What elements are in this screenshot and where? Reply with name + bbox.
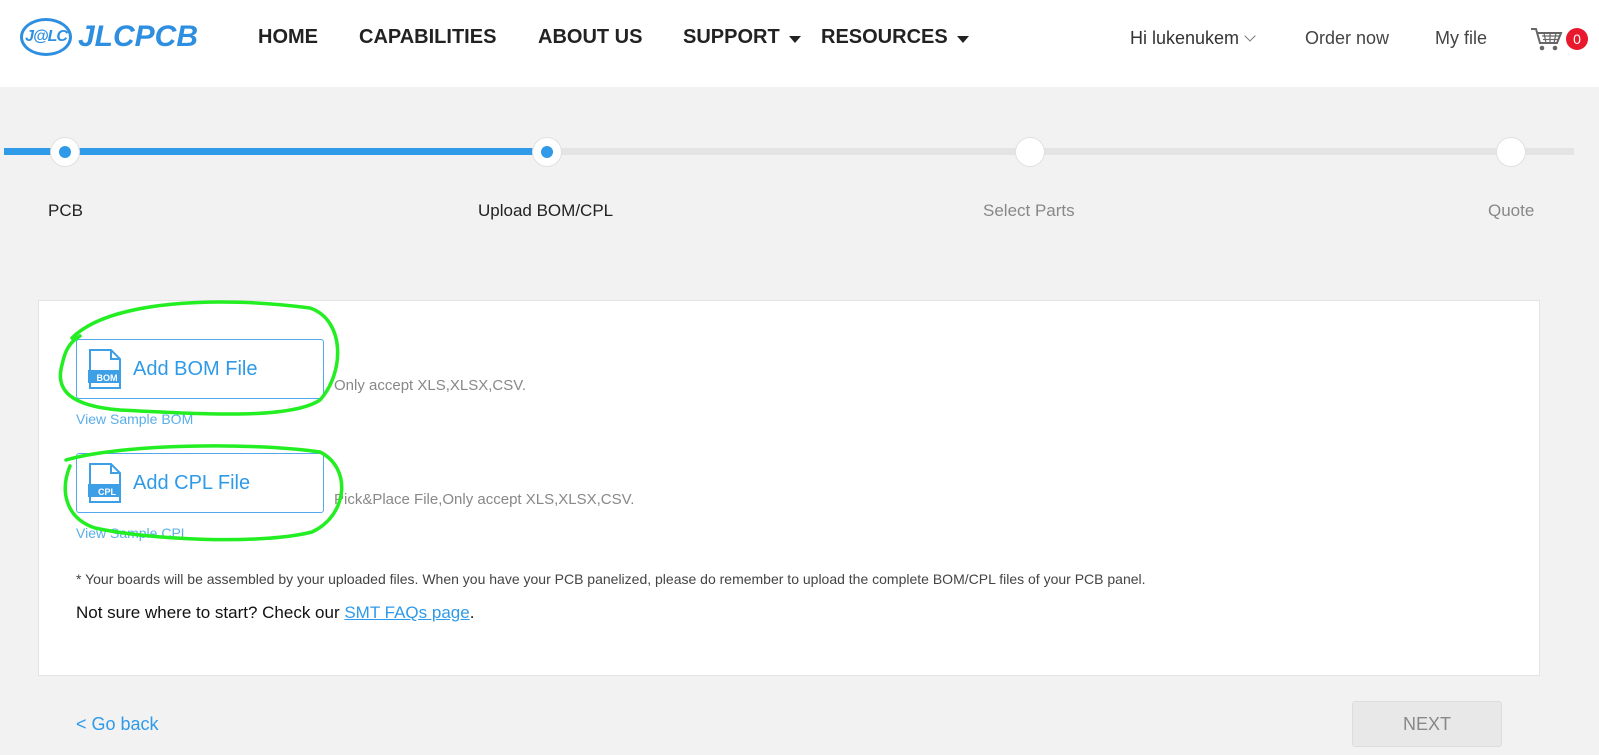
nav-capabilities[interactable]: CAPABILITIES	[359, 26, 496, 49]
nav-capabilities-label: CAPABILITIES	[359, 26, 497, 48]
go-back-link[interactable]: < Go back	[76, 714, 159, 735]
nav-resources[interactable]: RESOURCES	[821, 26, 969, 49]
step-dot-upload	[532, 137, 562, 167]
faq-line: Not sure where to start? Check our SMT F…	[76, 603, 474, 623]
logo-badge: J@LC	[20, 18, 72, 56]
add-cpl-file-label: Add CPL File	[133, 471, 251, 494]
bom-icon-text: BOM	[96, 373, 118, 383]
order-now-link[interactable]: Order now	[1305, 28, 1389, 49]
add-bom-file-label: Add BOM File	[133, 357, 258, 380]
view-sample-cpl-link[interactable]: View Sample CPL	[76, 525, 189, 541]
step-label-select-parts: Select Parts	[983, 201, 1075, 220]
user-greeting: Hi lukenukem	[1130, 28, 1240, 48]
caret-down-icon	[788, 35, 801, 43]
nav-resources-label: RESOURCES	[821, 26, 948, 48]
chevron-down-icon	[1244, 30, 1256, 42]
add-bom-file-button[interactable]: Add BOM File	[76, 339, 324, 399]
step-label-pcb: PCB	[48, 201, 83, 220]
cart-count-badge: 0	[1566, 28, 1588, 50]
view-sample-bom-link[interactable]: View Sample BOM	[76, 411, 193, 427]
site-header: J@LC JLCPCB HOME CAPABILITIES ABOUT US S…	[0, 0, 1599, 87]
caret-down-icon	[956, 35, 969, 43]
bom-file-icon	[88, 349, 121, 389]
user-menu[interactable]: Hi lukenukem	[1130, 28, 1256, 49]
my-file-link[interactable]: My file	[1435, 28, 1487, 49]
nav-home-label: HOME	[258, 26, 318, 48]
jlcpcb-logo[interactable]: J@LC JLCPCB	[20, 16, 198, 58]
nav-support-label: SUPPORT	[683, 26, 780, 48]
faq-suffix: .	[469, 603, 475, 622]
step-dot-pcb	[50, 137, 80, 167]
cpl-file-hint: Pick&Place File,Only accept XLS,XLSX,CSV…	[334, 491, 635, 508]
step-dot-select-parts	[1015, 137, 1045, 167]
add-cpl-file-button[interactable]: Add CPL File	[76, 453, 324, 513]
next-button[interactable]: NEXT	[1352, 701, 1502, 747]
assembly-note: * Your boards will be assembled by your …	[76, 571, 1146, 587]
nav-about-label: ABOUT US	[538, 26, 643, 48]
faq-prefix: Not sure where to start? Check our	[76, 603, 345, 622]
logo-text: JLCPCB	[78, 20, 199, 53]
step-label-upload: Upload BOM/CPL	[478, 201, 614, 220]
nav-home[interactable]: HOME	[258, 26, 318, 49]
step-label-quote: Quote	[1488, 201, 1535, 220]
bom-file-hint: Only accept XLS,XLSX,CSV.	[334, 377, 527, 394]
progress-fill	[4, 148, 545, 155]
step-dot-quote	[1496, 137, 1526, 167]
cpl-file-icon	[88, 463, 121, 503]
nav-about-us[interactable]: ABOUT US	[538, 26, 642, 49]
smt-faqs-link[interactable]: SMT FAQs page	[344, 603, 469, 622]
nav-support[interactable]: SUPPORT	[683, 26, 801, 49]
cart-icon[interactable]	[1530, 26, 1564, 52]
cpl-icon-text: CPL	[98, 487, 116, 497]
